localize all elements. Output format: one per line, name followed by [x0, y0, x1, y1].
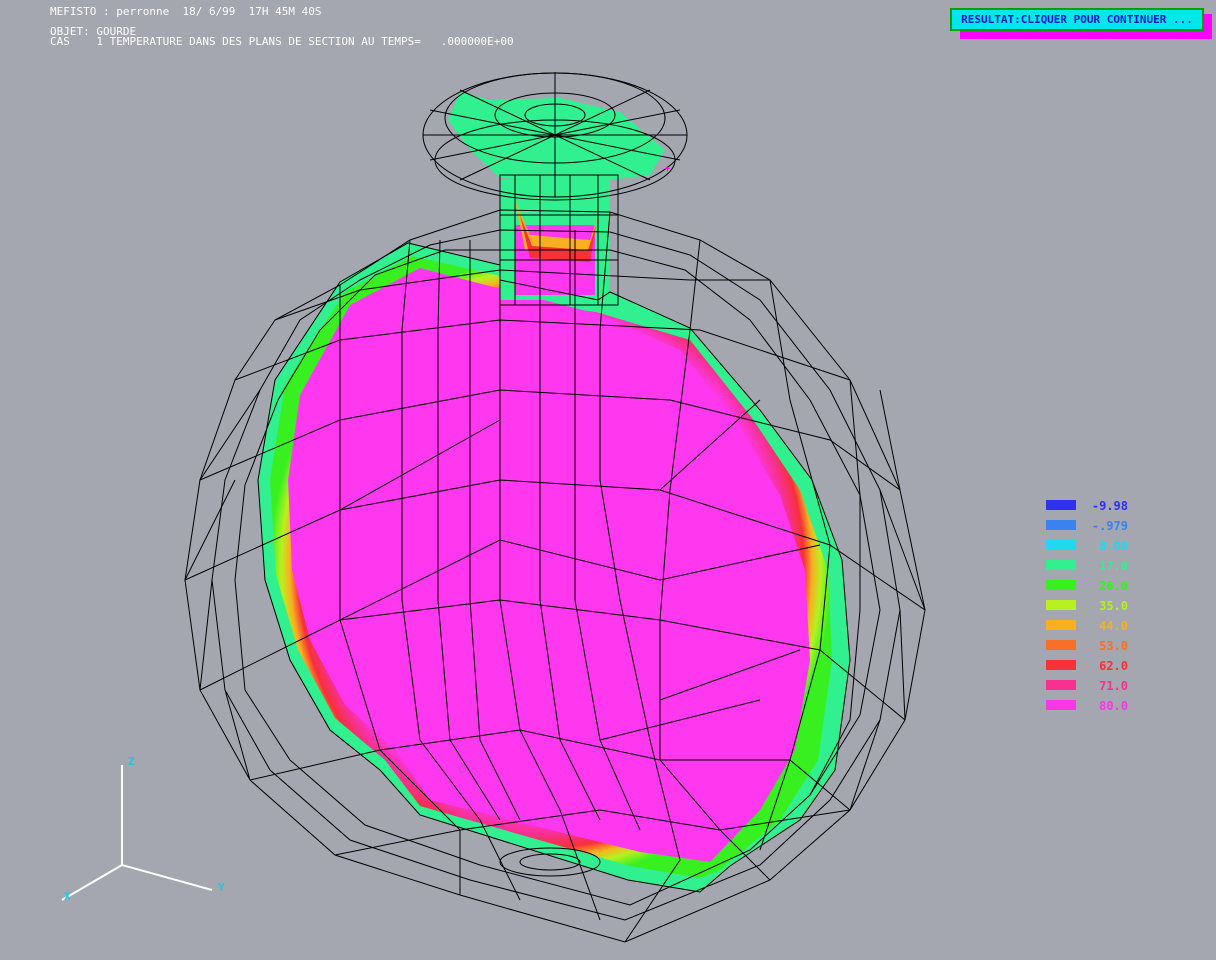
- legend-item: 71.0: [1046, 679, 1156, 694]
- 3d-viewport[interactable]: +: [0, 0, 1216, 960]
- legend-swatch: [1046, 600, 1076, 610]
- legend-item: 62.0: [1046, 659, 1156, 674]
- axis-label-y: Y: [218, 881, 225, 894]
- axis-label-x: X: [64, 890, 71, 903]
- legend-swatch: [1046, 700, 1076, 710]
- legend-value: -.979: [1091, 519, 1128, 533]
- legend-item: -.979: [1046, 519, 1156, 534]
- legend-value: 35.0: [1099, 599, 1128, 613]
- legend-value: 62.0: [1099, 659, 1128, 673]
- axis-triad: [61, 765, 213, 901]
- legend-value: 17.0: [1099, 559, 1128, 573]
- legend-item: 17.0: [1046, 559, 1156, 574]
- legend-value: 80.0: [1099, 699, 1128, 713]
- legend-swatch: [1046, 500, 1076, 510]
- legend-item: 53.0: [1046, 639, 1156, 654]
- legend-swatch: [1046, 560, 1076, 570]
- legend-item: 80.0: [1046, 699, 1156, 714]
- legend-value: 53.0: [1099, 639, 1128, 653]
- legend-value: 71.0: [1099, 679, 1128, 693]
- legend-swatch: [1046, 540, 1076, 550]
- legend-swatch: [1046, 520, 1076, 530]
- legend-item: -9.98: [1046, 499, 1156, 514]
- legend-swatch: [1046, 660, 1076, 670]
- legend-value: 8.00: [1099, 539, 1128, 553]
- axis-label-z: Z: [128, 755, 135, 768]
- legend-value: -9.98: [1091, 499, 1128, 513]
- legend-value: 26.0: [1099, 579, 1128, 593]
- legend-item: 44.0: [1046, 619, 1156, 634]
- legend-swatch: [1046, 580, 1076, 590]
- center-marker: C: [458, 765, 465, 776]
- legend-value: 44.0: [1099, 619, 1128, 633]
- cap-marker-icon: +: [664, 162, 671, 175]
- legend-item: 26.0: [1046, 579, 1156, 594]
- legend-swatch: [1046, 620, 1076, 630]
- legend-item: 8.00: [1046, 539, 1156, 554]
- legend-swatch: [1046, 680, 1076, 690]
- legend-item: 35.0: [1046, 599, 1156, 614]
- legend-swatch: [1046, 640, 1076, 650]
- section-hot-core: [288, 268, 810, 862]
